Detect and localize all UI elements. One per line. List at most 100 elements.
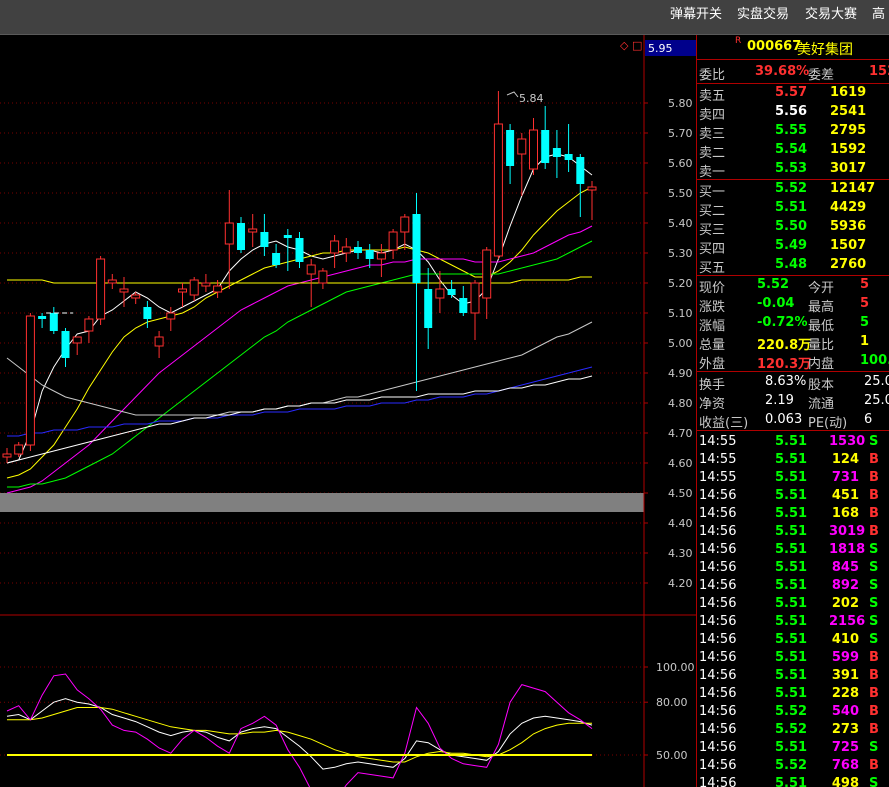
- tick-row[interactable]: 14:56 5.51 391 B: [697, 667, 889, 686]
- buy-row[interactable]: 买二 5.51 4429: [697, 199, 889, 219]
- tick-row[interactable]: 14:56 5.51 1818 S: [697, 541, 889, 560]
- quote-row[interactable]: 涨幅 -0.72% 最低 5: [697, 314, 889, 334]
- quote-label: 现价: [699, 281, 726, 296]
- price-tick-label: 4.30: [668, 547, 693, 560]
- sell-row[interactable]: 卖五 5.57 1619: [697, 84, 889, 104]
- quote-row[interactable]: 现价 5.52 今开 5: [697, 276, 889, 296]
- price-box-label: 5.95: [648, 42, 673, 55]
- buy-row[interactable]: 买五 5.48 2760: [697, 256, 889, 276]
- tick-row[interactable]: 14:56 5.51 2156 S: [697, 613, 889, 632]
- tick-direction: S: [869, 542, 879, 557]
- tick-price: 5.52: [775, 722, 808, 737]
- quote-row[interactable]: 涨跌 -0.04 最高 5: [697, 295, 889, 315]
- trading-contest-button[interactable]: 交易大赛: [805, 3, 857, 22]
- tick-time: 14:56: [699, 596, 737, 611]
- tick-time: 14:56: [699, 758, 737, 773]
- indicator-tick-label: 50.00: [656, 749, 688, 762]
- tick-direction: S: [869, 596, 879, 611]
- sell-row[interactable]: 卖二 5.54 1592: [697, 141, 889, 161]
- tick-row[interactable]: 14:56 5.51 599 B: [697, 649, 889, 668]
- candle-body: [400, 216, 410, 233]
- stats-row[interactable]: 收益(三) 0.063 PE(动) 6: [697, 411, 889, 431]
- tick-row[interactable]: 14:56 5.51 892 S: [697, 577, 889, 596]
- tick-volume: 451: [831, 488, 859, 503]
- diamond-icon[interactable]: ◇: [620, 39, 629, 52]
- sell-label: 卖五: [699, 89, 726, 104]
- buy-row[interactable]: 买三 5.50 5936: [697, 218, 889, 238]
- tick-row[interactable]: 14:56 5.51 498 S: [697, 775, 889, 787]
- square-icon[interactable]: □: [632, 39, 642, 52]
- candle-body: [154, 336, 164, 347]
- candle: [564, 124, 573, 172]
- buy-row[interactable]: 买四 5.49 1507: [697, 237, 889, 257]
- candle-body: [224, 222, 234, 245]
- tick-row[interactable]: 14:56 5.51 202 S: [697, 595, 889, 614]
- quote-row[interactable]: 总量 220.8万 量比 1: [697, 333, 889, 353]
- tick-price: 5.51: [775, 650, 808, 665]
- tick-row[interactable]: 14:56 5.52 273 B: [697, 721, 889, 740]
- tick-row[interactable]: 14:56 5.52 540 B: [697, 703, 889, 722]
- buy-volume: 5936: [830, 219, 867, 234]
- tick-price: 5.51: [775, 686, 808, 701]
- tick-row[interactable]: 14:56 5.51 845 S: [697, 559, 889, 578]
- sell-row[interactable]: 卖三 5.55 2795: [697, 122, 889, 142]
- tick-row[interactable]: 14:56 5.52 768 B: [697, 757, 889, 776]
- tick-direction: B: [869, 704, 879, 719]
- stock-code[interactable]: 000667: [747, 39, 801, 54]
- tick-time: 14:56: [699, 632, 737, 647]
- price-tick-label: 4.20: [668, 577, 693, 590]
- tick-direction: S: [869, 614, 879, 629]
- stats-row[interactable]: 净资 2.19 流通 25.0: [697, 392, 889, 412]
- buy-row[interactable]: 买一 5.52 12147: [697, 180, 889, 200]
- live-trading-button[interactable]: 实盘交易: [737, 3, 789, 22]
- quote-label: 总量: [699, 338, 726, 353]
- candle: [482, 247, 492, 319]
- horizontal-scroll-bar[interactable]: [0, 493, 644, 512]
- candle: [529, 118, 538, 175]
- buy-price: 5.48: [775, 257, 808, 272]
- sell-row[interactable]: 卖一 5.53 3017: [697, 160, 889, 180]
- stock-name[interactable]: 美好集团: [797, 39, 853, 59]
- tick-direction: B: [869, 758, 879, 773]
- quote-row[interactable]: 外盘 120.3万内盘 100.0: [697, 352, 889, 372]
- quote-value: 5: [860, 315, 870, 330]
- candle: [272, 244, 281, 268]
- tick-row[interactable]: 14:55 5.51 1530 S: [697, 433, 889, 452]
- price-tick-label: 5.20: [668, 277, 693, 290]
- price-tick-label: 5.00: [668, 337, 693, 350]
- candle-body: [435, 288, 445, 299]
- sell-volume: 1619: [830, 85, 867, 100]
- tick-row[interactable]: 14:55 5.51 731 B: [697, 469, 889, 488]
- sell-volume: 3017: [830, 161, 867, 176]
- quote-label: 涨跌: [699, 300, 726, 315]
- danmaku-toggle-button[interactable]: 弹幕开关: [670, 3, 722, 22]
- candle-body: [248, 228, 258, 233]
- tick-direction: B: [869, 722, 879, 737]
- tick-time: 14:55: [699, 452, 737, 467]
- tick-row[interactable]: 14:56 5.51 3019 B: [697, 523, 889, 542]
- kline-chart[interactable]: 5.80 5.70 5.60 5.50 5.40 5.30 5.20 5.10 5.00 4.90…: [0, 35, 696, 787]
- price-tick-label: 5.10: [668, 307, 693, 320]
- candle-body: [365, 250, 374, 259]
- sell-row[interactable]: 卖四 5.56 2541: [697, 103, 889, 123]
- stats-row[interactable]: 换手 8.63%股本 25.0: [697, 373, 889, 393]
- tick-row[interactable]: 14:56 5.51 410 S: [697, 631, 889, 650]
- candle-body: [306, 264, 316, 275]
- sell-price: 5.53: [775, 161, 808, 176]
- quote-label: 今开: [808, 281, 835, 296]
- tick-time: 14:56: [699, 506, 737, 521]
- more-menu-button[interactable]: 高: [872, 3, 885, 22]
- quote-label: 最高: [808, 300, 835, 315]
- candle-body: [318, 270, 328, 284]
- candle: [248, 214, 258, 247]
- tick-row[interactable]: 14:56 5.51 451 B: [697, 487, 889, 506]
- tick-volume: 391: [831, 668, 859, 683]
- tick-row[interactable]: 14:56 5.51 168 B: [697, 505, 889, 524]
- candle-body: [237, 223, 245, 250]
- tick-volume: 410: [831, 632, 859, 647]
- tick-row[interactable]: 14:56 5.51 228 B: [697, 685, 889, 704]
- tick-row[interactable]: 14:55 5.51 124 B: [697, 451, 889, 470]
- candle-body: [388, 231, 398, 251]
- tick-row[interactable]: 14:56 5.51 725 S: [697, 739, 889, 758]
- tick-price: 5.51: [775, 578, 808, 593]
